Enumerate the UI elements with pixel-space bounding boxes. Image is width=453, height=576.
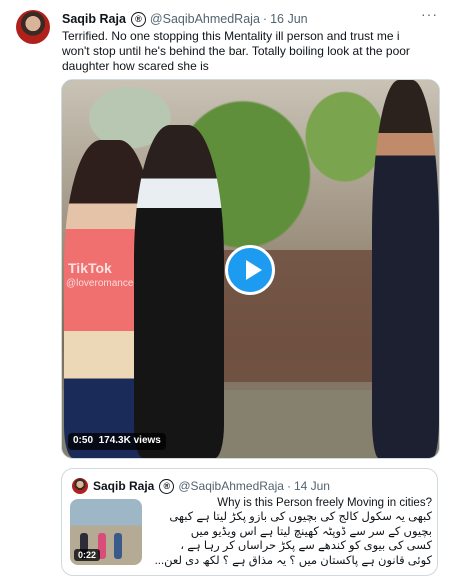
tweet-header: Saqib Raja ® @SaqibAhmedRaja · 16 Jun xyxy=(62,10,437,28)
tweet[interactable]: Saqib Raja ® @SaqibAhmedRaja · 16 Jun ··… xyxy=(0,0,453,576)
video-person-middle xyxy=(134,125,224,458)
author-handle[interactable]: @SaqibAhmedRaja xyxy=(150,12,260,26)
separator-dot: · xyxy=(262,12,268,26)
quoted-author-handle[interactable]: @SaqibAhmedRaja xyxy=(178,479,284,493)
thumb-figure xyxy=(114,533,122,559)
video-time: 0:50 xyxy=(73,435,94,446)
video-person-right xyxy=(372,80,439,458)
play-icon[interactable] xyxy=(225,245,275,295)
quoted-video-duration: 0:22 xyxy=(74,549,101,561)
tweet-date[interactable]: 16 Jun xyxy=(270,12,308,26)
quoted-line: ?Why is this Person freely Moving in cit… xyxy=(217,497,432,509)
quoted-avatar[interactable] xyxy=(72,478,88,494)
author-name[interactable]: Saqib Raja xyxy=(62,12,126,26)
video-player[interactable]: TikTok @loveromance 0:50 174.3K views xyxy=(61,79,440,459)
registered-icon: ® xyxy=(130,11,146,27)
more-icon[interactable]: ··· xyxy=(421,7,437,24)
video-stats: 0:50 174.3K views xyxy=(68,433,166,450)
quoted-tweet[interactable]: Saqib Raja ® @SaqibAhmedRaja · 14 Jun 0:… xyxy=(61,468,438,576)
quoted-line: کسی کی بیوی کو کندھے سے پکڑ حراساں کر رہ… xyxy=(180,540,432,553)
quoted-line: کوئی قانون ہے پاکستان میں ؟ یہ مذاق ہے ؟… xyxy=(154,554,432,567)
quoted-header: Saqib Raja ® @SaqibAhmedRaja · 14 Jun xyxy=(72,478,333,494)
quoted-separator-dot: · xyxy=(286,479,291,493)
quoted-video-thumbnail[interactable]: 0:22 xyxy=(70,499,142,565)
quoted-line: کبھی یہ سکول کالج کی بچیوں کی بازو پکڑ ل… xyxy=(169,511,432,524)
quoted-author-name[interactable]: Saqib Raja xyxy=(93,479,154,493)
quoted-registered-icon: ® xyxy=(159,478,175,494)
quoted-date[interactable]: 14 Jun xyxy=(294,479,330,493)
tiktok-watermark: TikTok xyxy=(68,260,112,276)
tiktok-handle-watermark: @loveromance xyxy=(66,278,134,289)
video-views: 174.3K views xyxy=(98,435,161,446)
quoted-text: ?Why is this Person freely Moving in cit… xyxy=(152,496,432,568)
avatar[interactable] xyxy=(16,10,50,44)
quoted-line: بچیوں کے سر سے ڈوپٹہ کھینچ لیتا ہے اس وی… xyxy=(190,525,432,538)
tweet-text: Terrified. No one stopping this Mentalit… xyxy=(62,29,410,73)
